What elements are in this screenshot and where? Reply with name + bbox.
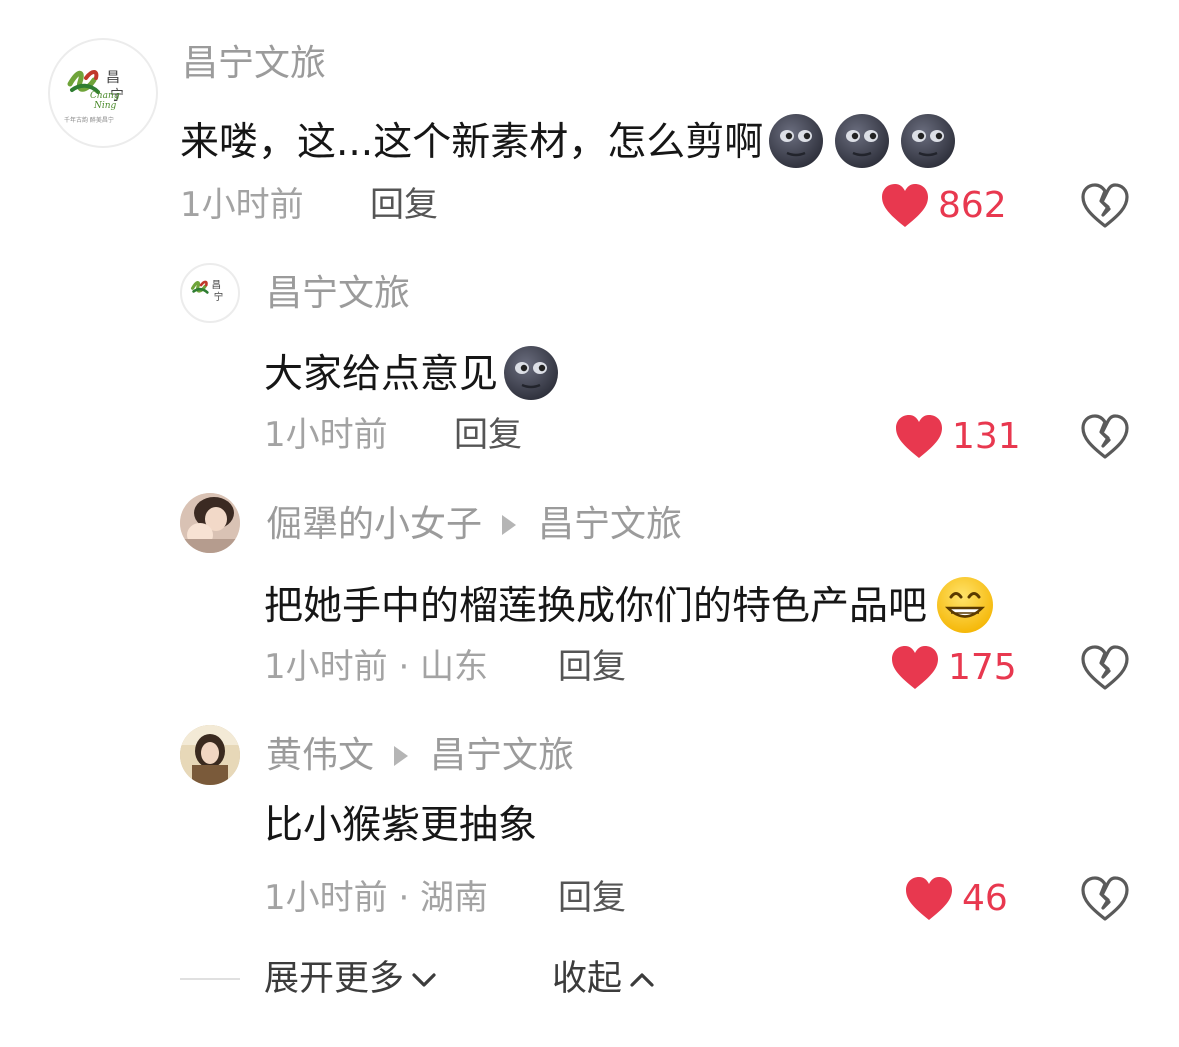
comment-text-body: 大家给点意见 [264, 352, 499, 397]
new-moon-face-emoji [899, 112, 957, 177]
author-name-text[interactable]: 黄伟文 [266, 735, 374, 776]
grinning-face-emoji [935, 575, 995, 642]
author-avatar[interactable] [180, 493, 240, 553]
author-name[interactable]: 昌宁文旅 [266, 276, 410, 312]
like-count: 175 [948, 647, 1017, 688]
like-count: 46 [962, 878, 1008, 919]
expand-more-button[interactable]: 展开更多 [264, 962, 438, 997]
comment-time: 1小时前 · 湖南 [264, 878, 489, 918]
expand-more-label: 展开更多 [264, 959, 405, 999]
comment-time: 1小时前 · 山东 [264, 647, 489, 687]
author-avatar[interactable]: 昌 宁 [180, 263, 240, 323]
collapse-button[interactable]: 收起 [552, 962, 656, 997]
author-name[interactable]: 昌宁文旅 [182, 46, 326, 82]
reply-to-name[interactable]: 昌宁文旅 [430, 735, 574, 776]
new-moon-face-emoji [502, 344, 560, 409]
comment-text: 大家给点意见 [264, 344, 560, 409]
logo-line-1: Chang [90, 91, 120, 101]
like-count: 862 [938, 185, 1007, 226]
author-avatar[interactable]: 昌 宁 Chang Ning 千年古韵 醉美昌宁 [48, 38, 158, 148]
like-count: 131 [952, 416, 1021, 457]
comment-text-body: 把她手中的榴莲换成你们的特色产品吧 [264, 584, 928, 629]
logo-char-1: 昌 [212, 280, 222, 291]
changning-logo-icon: 昌 宁 Chang Ning 千年古韵 醉美昌宁 [64, 70, 124, 124]
user-photo-icon [180, 493, 240, 553]
heart-icon [892, 646, 938, 689]
reply-button[interactable]: 回复 [454, 418, 522, 452]
comment-time: 1小时前 [264, 415, 388, 455]
reply-to-arrow-icon [394, 746, 409, 766]
reply-button[interactable]: 回复 [370, 188, 438, 222]
logo-tagline: 千年古韵 醉美昌宁 [64, 116, 114, 124]
changning-logo-icon: 昌 宁 [190, 280, 224, 303]
author-name-text[interactable]: 昌宁文旅 [266, 273, 410, 314]
comment-text: 比小猴紫更抽象 [264, 803, 538, 848]
reply-to-arrow-icon [502, 515, 517, 535]
comment-text-body: 来喽，这...这个新素材，怎么剪啊 [180, 120, 764, 165]
heart-icon [882, 184, 928, 227]
user-photo-icon [180, 725, 240, 785]
comment-text: 来喽，这...这个新素材，怎么剪啊 [180, 112, 957, 177]
like-button[interactable]: 46 [904, 876, 1008, 922]
reply-button[interactable]: 回复 [558, 650, 626, 684]
dislike-broken-heart-icon[interactable] [1080, 645, 1130, 691]
author-name-text[interactable]: 倔犟的小女子 [266, 504, 482, 545]
logo-char-1: 昌 [106, 70, 120, 86]
author-avatar[interactable] [180, 725, 240, 785]
dislike-broken-heart-icon[interactable] [1080, 876, 1130, 922]
like-button[interactable]: 131 [894, 414, 1021, 460]
dislike-broken-heart-icon[interactable] [1080, 183, 1130, 229]
new-moon-face-emoji [833, 112, 891, 177]
collapse-label: 收起 [552, 959, 623, 999]
logo-char-2: 宁 [214, 291, 224, 303]
reply-to-name[interactable]: 昌宁文旅 [538, 504, 682, 545]
comment-time: 1小时前 [180, 185, 304, 225]
dislike-broken-heart-icon[interactable] [1080, 414, 1130, 460]
reply-button[interactable]: 回复 [558, 881, 626, 915]
like-button[interactable]: 862 [880, 183, 1007, 229]
heart-icon [896, 415, 942, 458]
divider-line [180, 978, 240, 980]
logo-line-2: Ning [93, 101, 117, 111]
author-name-text[interactable]: 昌宁文旅 [182, 43, 326, 84]
chevron-up-icon [630, 972, 654, 987]
new-moon-face-emoji [767, 112, 825, 177]
author-name[interactable]: 倔犟的小女子 昌宁文旅 [266, 507, 682, 543]
heart-icon [906, 877, 952, 920]
author-name[interactable]: 黄伟文 昌宁文旅 [266, 738, 574, 774]
chevron-down-icon [412, 972, 436, 987]
comment-text: 把她手中的榴莲换成你们的特色产品吧 [264, 575, 995, 642]
like-button[interactable]: 175 [890, 645, 1017, 691]
